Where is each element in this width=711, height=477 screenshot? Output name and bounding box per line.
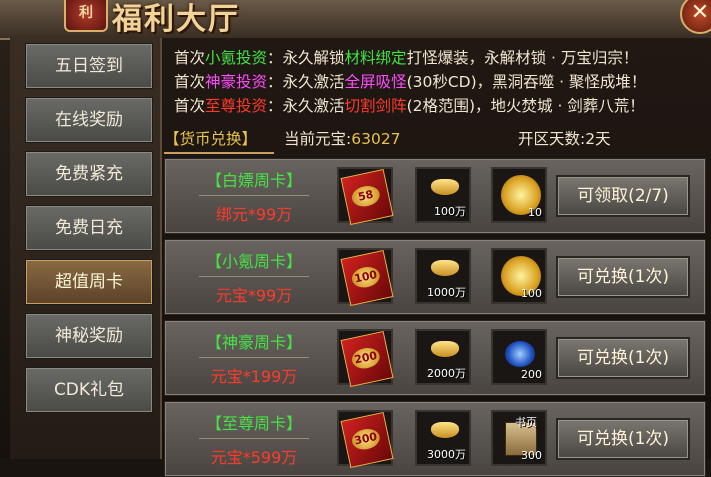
sidebar: 五日签到 在线奖励 免费紧充 免费日充 超值周卡 神秘奖励 CDK礼包: [10, 38, 162, 459]
item-label: 书页: [515, 416, 537, 429]
card-price: 绑元*99万: [215, 205, 293, 224]
announce-name: 神豪投资: [205, 73, 268, 91]
announce-mid: ：永久激活: [267, 97, 345, 115]
announce-highlight: 切割剑阵: [344, 97, 407, 115]
current-yuanbao: 当前元宝:63027: [284, 126, 401, 152]
sidebar-item-weekly-card[interactable]: 超值周卡: [25, 259, 153, 305]
ingot-slot[interactable]: 3000万: [415, 410, 471, 466]
red-packet-icon: 300: [340, 411, 394, 469]
red-packet-slot[interactable]: 58: [337, 167, 394, 226]
ingot-slot[interactable]: 2000万: [415, 329, 471, 385]
weekly-card-row: 【白嫖周卡】 绑元*99万 58 100万 10 可领取(2/7): [164, 158, 706, 234]
close-button[interactable]: ✕: [680, 0, 711, 34]
server-days: 开区天数:2天: [518, 126, 611, 152]
card-name: 【小氪周卡】: [199, 248, 309, 277]
tab-currency-exchange[interactable]: 【货币兑换】: [164, 126, 274, 154]
red-packet-value: 58: [350, 183, 382, 209]
sidebar-item-free-daily-recharge[interactable]: 免费日充: [25, 205, 153, 251]
red-packet-slot[interactable]: 100: [337, 248, 394, 307]
announce-line: 首次至尊投资：永久激活切割剑阵(2格范围)，地火焚城 · 剑葬八荒！: [174, 94, 709, 118]
item-count: 3000万: [427, 448, 466, 461]
gold-ingot-icon: [431, 179, 459, 195]
announce-line: 首次小氪投资：永久解锁材料绑定打怪爆装，永解材锁 · 万宝归宗！: [174, 46, 709, 70]
exchange-button[interactable]: 可兑换(1次): [556, 256, 690, 298]
announce-mid: ：永久解锁: [267, 49, 345, 67]
red-packet-slot[interactable]: 200: [337, 329, 394, 388]
title-bar: 利 福利大厅 ✕: [0, 0, 711, 40]
exchange-button[interactable]: 可兑换(1次): [556, 418, 690, 460]
item-count: 1000万: [427, 286, 466, 299]
announce-highlight: 材料绑定: [344, 49, 407, 67]
card-price: 元宝*599万: [210, 448, 298, 467]
reward-slot[interactable]: 200: [491, 329, 547, 385]
red-packet-value: 100: [350, 264, 382, 290]
announce-mid: ：永久激活: [267, 73, 345, 91]
red-packet-icon: 58: [340, 168, 394, 226]
announce-prefix: 首次: [174, 73, 206, 91]
announce-suffix: 打怪爆装，永解材锁 · 万宝归宗！: [406, 49, 639, 67]
ingot-slot[interactable]: 1000万: [415, 248, 471, 304]
item-count: 100万: [434, 205, 466, 218]
announce-prefix: 首次: [174, 97, 206, 115]
exchange-button[interactable]: 可兑换(1次): [556, 337, 690, 379]
announce-prefix: 首次: [174, 49, 206, 67]
claim-button[interactable]: 可领取(2/7): [556, 175, 690, 217]
announce-suffix: (2格范围)，地火焚城 · 剑葬八荒！: [406, 97, 645, 115]
weekly-card-row: 【神豪周卡】 元宝*199万 200 2000万 200 可兑换(1次): [164, 320, 706, 396]
announce-name: 小氪投资: [205, 49, 268, 67]
sidebar-item-five-day-signin[interactable]: 五日签到: [25, 43, 153, 89]
item-count: 10: [528, 206, 542, 219]
card-name: 【神豪周卡】: [199, 329, 309, 358]
item-count: 2000万: [427, 367, 466, 380]
red-packet-icon: 100: [340, 249, 394, 307]
red-packet-slot[interactable]: 300: [337, 410, 394, 469]
announcement: 首次小氪投资：永久解锁材料绑定打怪爆装，永解材锁 · 万宝归宗！ 首次神豪投资：…: [174, 46, 709, 118]
window-title: 福利大厅: [112, 2, 240, 37]
sidebar-item-online-reward[interactable]: 在线奖励: [25, 97, 153, 143]
sidebar-item-cdk-gift[interactable]: CDK礼包: [25, 367, 153, 413]
blue-gem-icon: [505, 341, 535, 367]
gold-ingot-icon: [431, 422, 459, 438]
announce-suffix: (30秒CD)，黑洞吞噬 · 聚怪成堆！: [406, 73, 647, 91]
announce-name: 至尊投资: [205, 97, 268, 115]
announce-highlight: 全屏吸怪: [344, 73, 407, 91]
sidebar-item-free-recharge[interactable]: 免费紧充: [25, 151, 153, 197]
item-count: 300: [521, 449, 542, 462]
yuanbao-value: 63027: [351, 130, 401, 148]
sidebar-item-mystery-reward[interactable]: 神秘奖励: [25, 313, 153, 359]
title-emblem-icon: 利: [64, 0, 108, 32]
yuanbao-label: 当前元宝:: [284, 130, 352, 148]
weekly-card-row: 【小氪周卡】 元宝*99万 100 1000万 100 可兑换(1次): [164, 239, 706, 315]
card-name: 【至尊周卡】: [199, 410, 309, 439]
gold-ingot-icon: [431, 260, 459, 276]
weekly-card-row: 【至尊周卡】 元宝*599万 300 3000万 书页 300 可兑换(1次): [164, 401, 706, 477]
red-packet-value: 300: [350, 426, 382, 452]
card-name: 【白嫖周卡】: [199, 167, 309, 196]
main-panel: 首次小氪投资：永久解锁材料绑定打怪爆装，永解材锁 · 万宝归宗！ 首次神豪投资：…: [162, 38, 711, 477]
item-count: 200: [521, 368, 542, 381]
welfare-hall-window: 利 福利大厅 ✕ 五日签到 在线奖励 免费紧充 免费日充 超值周卡 神秘奖励 C…: [0, 0, 711, 477]
info-row: 【货币兑换】 当前元宝:63027 开区天数:2天: [162, 126, 711, 154]
red-packet-icon: 200: [340, 330, 394, 388]
item-count: 100: [521, 287, 542, 300]
gold-ingot-icon: [431, 341, 459, 357]
days-value: 2天: [585, 130, 611, 148]
reward-slot[interactable]: 100: [491, 248, 547, 304]
red-packet-value: 200: [350, 345, 382, 371]
days-label: 开区天数:: [518, 130, 586, 148]
reward-slot[interactable]: 书页 300: [491, 410, 547, 466]
reward-slot[interactable]: 10: [491, 167, 547, 223]
card-price: 元宝*199万: [210, 367, 298, 386]
announce-line: 首次神豪投资：永久激活全屏吸怪(30秒CD)，黑洞吞噬 · 聚怪成堆！: [174, 70, 709, 94]
ingot-slot[interactable]: 100万: [415, 167, 471, 223]
card-price: 元宝*99万: [215, 286, 293, 305]
